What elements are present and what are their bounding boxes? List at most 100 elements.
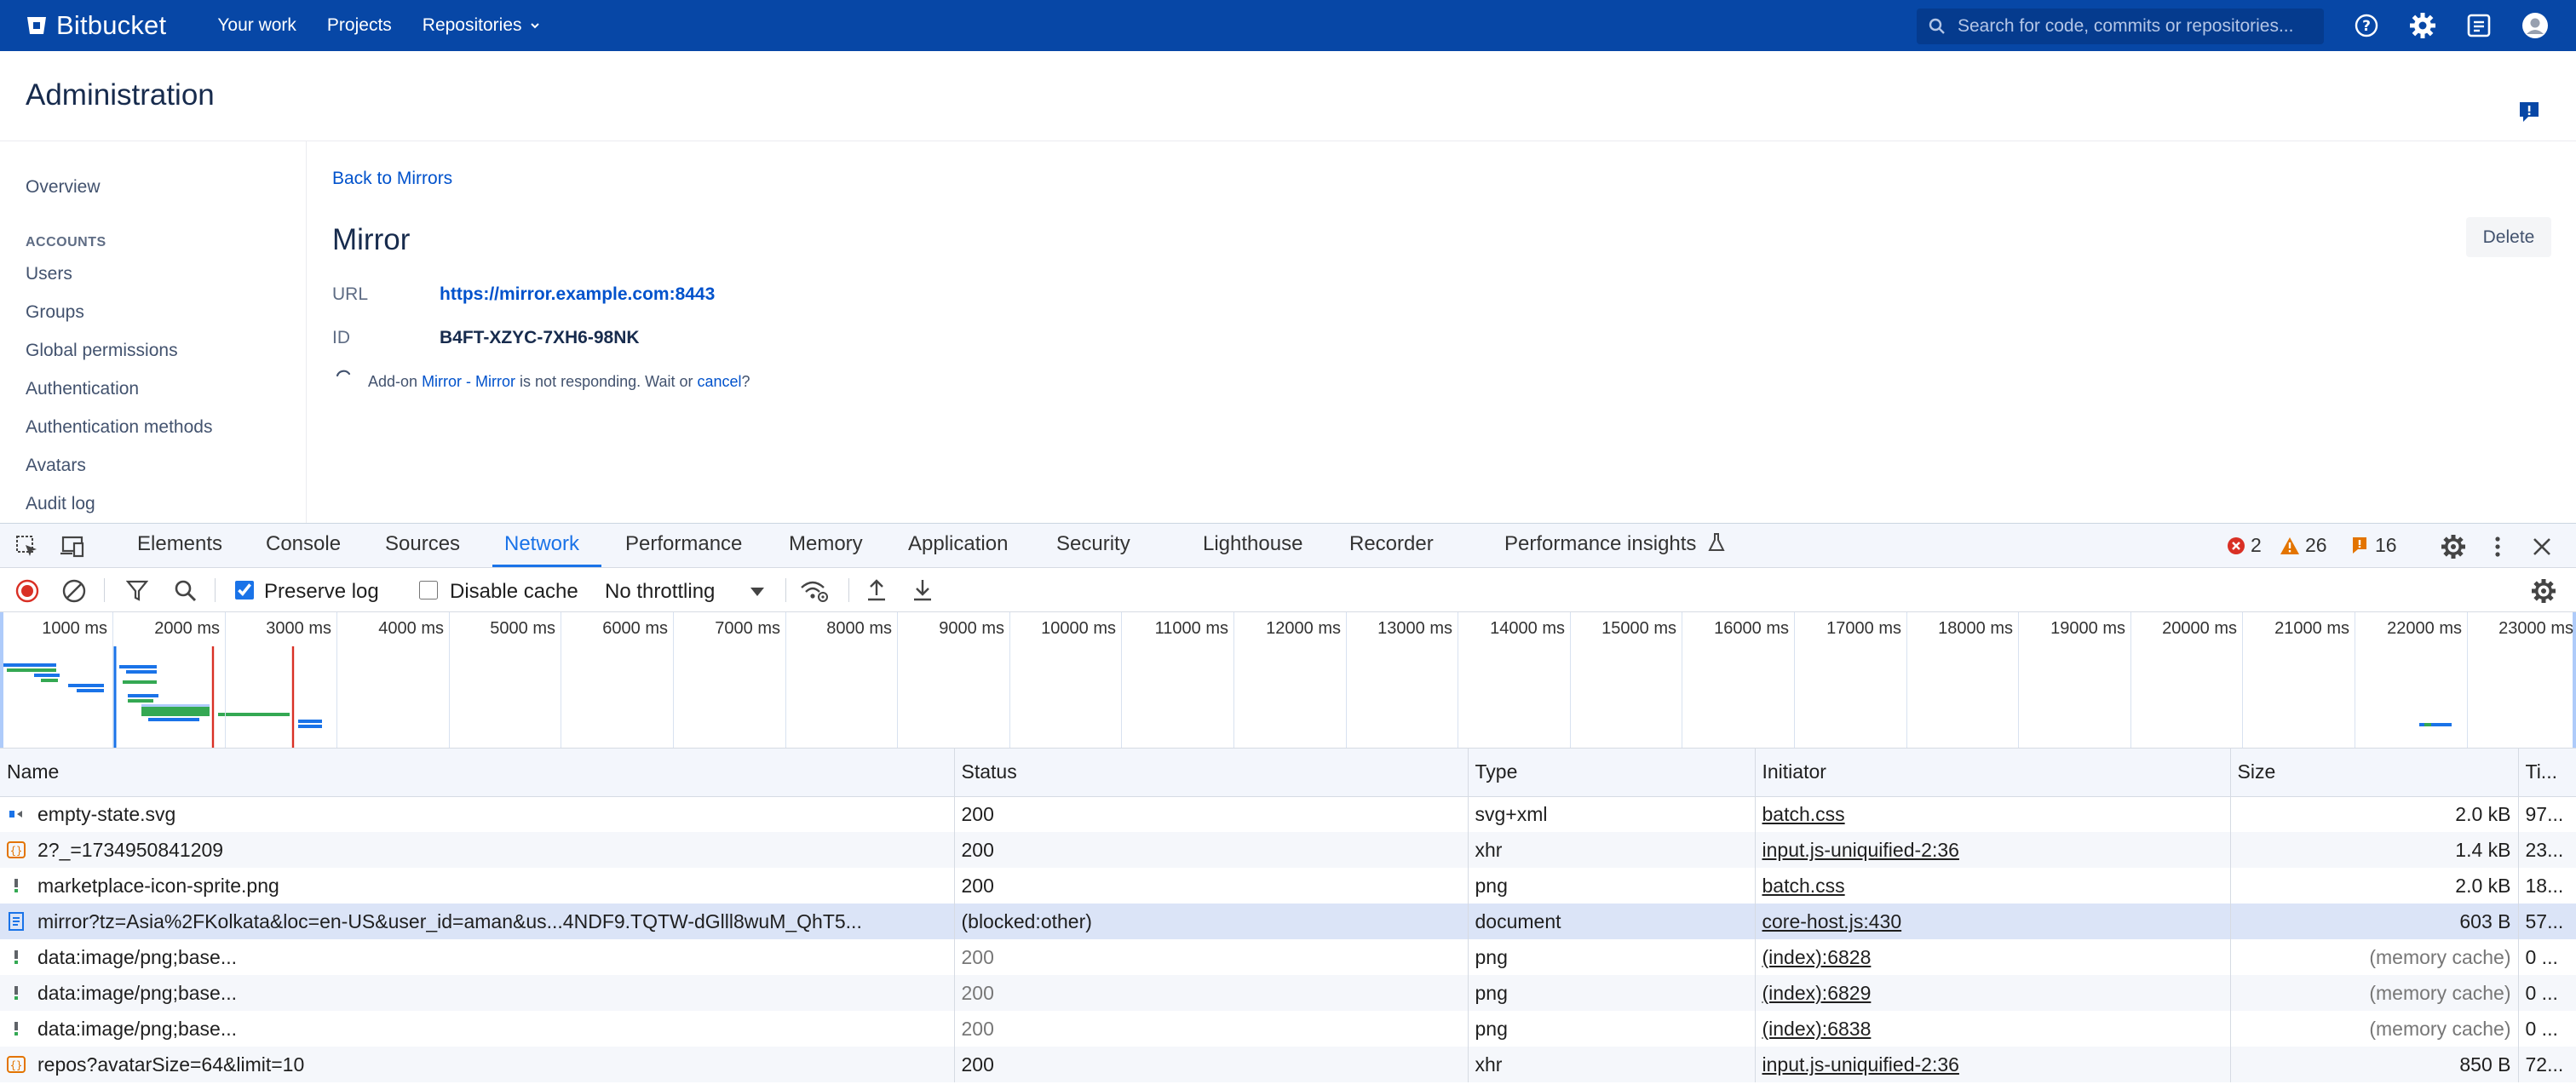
error-counter[interactable]: 2 [2227, 534, 2262, 557]
whats-new-icon[interactable] [2465, 12, 2493, 39]
tab-recorder[interactable]: Recorder [1349, 532, 1434, 556]
filter-icon[interactable] [126, 579, 148, 603]
request-initiator-link[interactable]: input.js-uniquified-2:36 [1762, 1053, 1959, 1076]
stop-recording-icon[interactable] [15, 579, 39, 603]
network-settings-icon[interactable] [2530, 577, 2557, 605]
devtools-tab-strip: Elements Console Sources Network Perform… [0, 524, 2576, 568]
clear-icon[interactable] [62, 579, 86, 603]
nav-your-work[interactable]: Your work [217, 15, 296, 36]
sidebar-item-global-permissions[interactable]: Global permissions [26, 341, 178, 361]
request-initiator-link[interactable]: batch.css [1762, 875, 1845, 897]
settings-gear-icon[interactable] [2409, 12, 2436, 39]
tab-console[interactable]: Console [266, 532, 341, 556]
request-name-cell[interactable]: {} 2?_=1734950841209 [0, 832, 955, 868]
column-header-time[interactable]: Ti... [2518, 749, 2576, 797]
bitbucket-logo-link[interactable]: Bitbucket [26, 10, 166, 41]
timeline-tick-label: 20000 ms [2162, 619, 2237, 638]
error-count: 2 [2251, 534, 2262, 556]
request-initiator-link[interactable]: core-host.js:430 [1762, 910, 1902, 932]
request-name-cell[interactable]: {} repos?avatarSize=64&limit=10 [0, 1047, 955, 1082]
request-initiator-link[interactable]: input.js-uniquified-2:36 [1762, 839, 1959, 861]
delete-button[interactable]: Delete [2466, 217, 2551, 257]
sidebar-item-users[interactable]: Users [26, 264, 72, 284]
close-devtools-icon[interactable] [2532, 536, 2552, 557]
table-row[interactable]: marketplace-icon-sprite.png 200 png batch.c… [0, 868, 2576, 904]
help-icon[interactable]: ? [2353, 12, 2380, 39]
addon-name-link[interactable]: Mirror - Mirror [422, 373, 515, 390]
preserve-log-checkbox[interactable] [235, 581, 254, 600]
sidebar-item-avatars[interactable]: Avatars [26, 456, 86, 476]
network-overview-timeline[interactable]: 1000 ms 2000 ms 3000 ms 4000 ms 5000 ms 6000 … [0, 612, 2576, 749]
tab-application[interactable]: Application [908, 532, 1008, 556]
tab-lighthouse[interactable]: Lighthouse [1203, 532, 1302, 556]
column-header-status[interactable]: Status [954, 749, 1469, 797]
top-navigation: Bitbucket Your work Projects Repositorie… [0, 0, 2576, 51]
url-value-link[interactable]: https://mirror.example.com:8443 [440, 284, 715, 305]
timeline-grid-line [673, 612, 674, 748]
tab-performance[interactable]: Performance [625, 532, 742, 556]
table-row[interactable]: {} repos?avatarSize=64&limit=10 200 xhr inpu… [0, 1047, 2576, 1082]
nav-projects[interactable]: Projects [327, 15, 392, 36]
nav-repositories[interactable]: Repositories [423, 15, 541, 36]
table-row[interactable]: data:image/png;base... 200 png (index):6838… [0, 1011, 2576, 1047]
device-toolbar-icon[interactable] [60, 535, 87, 559]
tab-network[interactable]: Network [504, 532, 579, 556]
request-size: (memory cache) [2230, 1011, 2519, 1047]
warning-counter[interactable]: 26 [2280, 534, 2327, 557]
mirror-title: Mirror [332, 223, 411, 256]
more-options-icon[interactable] [2489, 534, 2506, 559]
avatar-icon[interactable] [2521, 12, 2549, 39]
tab-elements[interactable]: Elements [137, 532, 222, 556]
request-initiator-link[interactable]: batch.css [1762, 803, 1845, 825]
dropdown-arrow-icon[interactable] [750, 587, 765, 597]
throttling-select[interactable]: No throttling [605, 580, 715, 604]
request-name-cell[interactable]: data:image/png;base... [0, 975, 955, 1011]
error-icon [2228, 536, 2245, 554]
devtools-settings-icon[interactable] [2440, 533, 2467, 560]
request-name-cell[interactable]: empty-state.svg [0, 796, 955, 832]
search-input[interactable] [1958, 16, 2315, 37]
toolbar-separator [104, 578, 105, 602]
request-initiator-link[interactable]: (index):6829 [1762, 982, 1872, 1004]
column-header-name[interactable]: Name [0, 749, 955, 797]
column-header-type[interactable]: Type [1468, 749, 1756, 797]
sidebar-item-authentication-methods[interactable]: Authentication methods [26, 417, 212, 438]
tab-security[interactable]: Security [1056, 532, 1130, 556]
request-name-cell[interactable]: mirror?tz=Asia%2FKolkata&loc=en-US&user_… [0, 904, 955, 939]
xhr-fetch-icon: {} [7, 1056, 26, 1073]
network-conditions-icon[interactable] [799, 578, 830, 604]
request-initiator-link[interactable]: (index):6828 [1762, 946, 1872, 968]
search-icon[interactable] [174, 579, 198, 603]
inspect-element-icon[interactable] [15, 535, 39, 559]
timeline-tick-label: 16000 ms [1714, 619, 1789, 638]
export-har-icon[interactable] [911, 577, 934, 603]
table-row[interactable]: empty-state.svg 200 svg+xml batch.css 2.0 kB… [0, 796, 2576, 832]
feedback-icon[interactable] [2518, 100, 2540, 124]
table-row[interactable]: data:image/png;base... 200 png (index):6828… [0, 939, 2576, 975]
disable-cache-checkbox[interactable] [419, 581, 438, 600]
tab-memory[interactable]: Memory [789, 532, 863, 556]
request-name-cell[interactable]: data:image/png;base... [0, 939, 955, 975]
request-initiator-link[interactable]: (index):6838 [1762, 1018, 1872, 1040]
sidebar-item-groups[interactable]: Groups [26, 302, 84, 323]
search-box[interactable] [1917, 9, 2324, 44]
timeline-tick-label: 11000 ms [1154, 619, 1228, 638]
table-row[interactable]: {} 2?_=1734950841209 200 xhr input.js-uniqui… [0, 832, 2576, 868]
request-name-cell[interactable]: data:image/png;base... [0, 1011, 955, 1047]
column-header-initiator[interactable]: Initiator [1755, 749, 2231, 797]
sidebar-item-overview[interactable]: Overview [26, 177, 101, 198]
tab-sources[interactable]: Sources [385, 532, 460, 556]
issues-counter[interactable]: 16 [2351, 534, 2397, 557]
sidebar-item-audit-log[interactable]: Audit log [26, 494, 95, 514]
table-row[interactable]: mirror?tz=Asia%2FKolkata&loc=en-US&user_… [0, 904, 2576, 939]
cancel-link[interactable]: cancel [698, 373, 742, 390]
column-header-size[interactable]: Size [2230, 749, 2519, 797]
request-name-cell[interactable]: marketplace-icon-sprite.png [0, 868, 955, 904]
table-row[interactable]: data:image/png;base... 200 png (index):6829… [0, 975, 2576, 1011]
active-tab-indicator [492, 565, 601, 567]
back-to-mirrors-link[interactable]: Back to Mirrors [332, 169, 452, 189]
sidebar-item-authentication[interactable]: Authentication [26, 379, 139, 399]
import-har-icon[interactable] [865, 577, 888, 603]
tab-performance-insights[interactable]: Performance insights [1504, 532, 1726, 556]
request-name: empty-state.svg [37, 802, 176, 825]
